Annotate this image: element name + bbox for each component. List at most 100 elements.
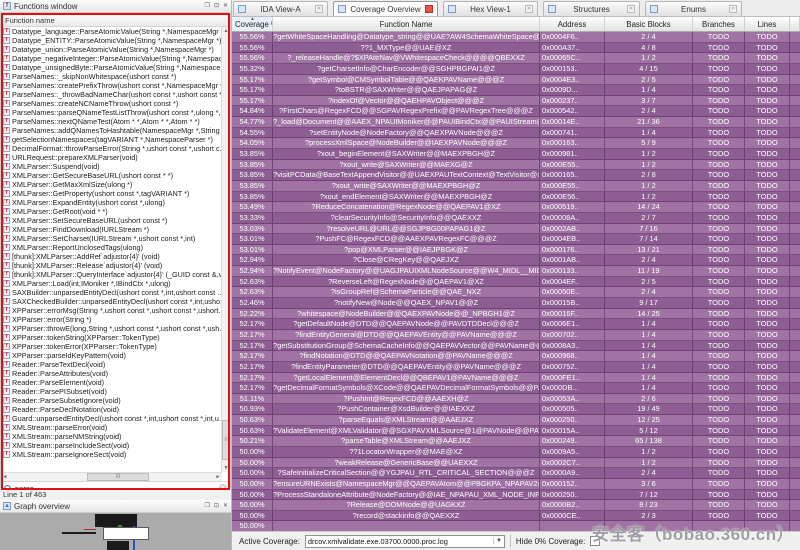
close-icon[interactable]: ✕ [223, 503, 228, 509]
list-item[interactable]: fReader::ParsePISubset(void) [1, 387, 222, 396]
list-item[interactable]: fgetSelectionNamespaces(tagVARIANT *,Nam… [1, 135, 222, 144]
list-item[interactable]: fXMLParser::GetRoot(void * *) [1, 207, 222, 216]
list-item[interactable]: fParseNames::_throwBadNameChar(ushort co… [1, 90, 222, 99]
column-header-branches[interactable]: Branches [693, 17, 745, 31]
table-row[interactable]: 50.00%??1LocatorWrapper@@MAE@XZ0x0009A5.… [232, 447, 800, 458]
table-row[interactable]: 50.63%?parseEquals@XMLStream@@AAEJXZ0x00… [232, 415, 800, 426]
table-row[interactable]: 52.17%?getLocalElement@ElementDecl@@QBEP… [232, 373, 800, 384]
list-item[interactable]: fXPParser::error(String *) [1, 315, 222, 324]
table-row[interactable]: 50.21%?parseTable@XMLStream@@AAEJXZ0x000… [232, 436, 800, 447]
table-row[interactable]: 55.56%??1_MXType@@UAE@XZ0x000A37..4 / 8T… [232, 43, 800, 54]
table-row[interactable]: 53.33%?clearSecurityInfo@SecurityInfo@@Q… [232, 213, 800, 224]
vertical-scroll-thumb[interactable]: ≡ [222, 420, 230, 460]
table-row[interactable]: 52.63%?ReverseLeft@RegexNode@@QAEPAV1@XZ… [232, 277, 800, 288]
list-item[interactable]: f[thunk]:XMLParser::Release`adjustor{4}'… [1, 261, 222, 270]
list-item[interactable]: fParseNames::createPrefixThrow(ushort co… [1, 81, 222, 90]
list-item[interactable]: fXMLParser::FindDownload(IURLStream *) [1, 225, 222, 234]
list-item[interactable]: fXPParser::errorMsg(String *,ushort cons… [1, 306, 222, 315]
list-item[interactable]: fReader::ParseDeclNotation(void) [1, 405, 222, 414]
list-item[interactable]: fXPParser::parseIdKeyPattern(void) [1, 351, 222, 360]
table-row[interactable]: 51.11%?PushInt@RegexFCD@@AAEXH@Z0x00053A… [232, 394, 800, 405]
table-row[interactable]: 54.84%?FirstChars@RegexFCD@@SGPAVRegexPr… [232, 106, 800, 117]
list-item[interactable]: fXMLParser::Load(int,IMoniker *,IBindCtx… [1, 279, 222, 288]
table-row[interactable]: 53.01%?PushFC@RegexFCD@@AAEXPAVRegexFC@@… [232, 234, 800, 245]
table-row[interactable]: 50.93%?PushContainer@XsdBuilder@@IAEXXZ0… [232, 404, 800, 415]
list-item[interactable]: fXMLParser::ExpandEntity(ushort const *,… [1, 198, 222, 207]
scroll-down-icon[interactable]: ▼ [222, 464, 230, 472]
column-header-coverage-[interactable]: Coverage %▲ [232, 17, 273, 31]
vertical-scrollbar[interactable]: ▲ ≡ ▼ [221, 27, 230, 472]
list-item[interactable]: fReader::ParseElement(void) [1, 378, 222, 387]
horizontal-scrollbar[interactable]: ◄ III ► [1, 472, 222, 481]
list-item[interactable]: fXMLStream::parseIgnoreSect(void) [1, 450, 222, 459]
column-header-lines[interactable]: Lines [745, 17, 790, 31]
table-row[interactable]: 52.17%?findNotation@DTD@@QAEPAVNotation@… [232, 351, 800, 362]
horizontal-scroll-thumb[interactable]: III [87, 473, 149, 481]
tab-structures[interactable]: Structures✕ [543, 1, 640, 16]
table-row[interactable]: 50.00%?ProcessStandaloneAttribute@NodeFa… [232, 490, 800, 501]
table-row[interactable]: 52.17%?getDefaultNode@DTD@@QAEPAVNode@@P… [232, 319, 800, 330]
table-row[interactable]: 50.63%?ValidateElement@XMLValidator@@SGX… [232, 426, 800, 437]
table-row[interactable]: 50.00%?record@stackinfo@@QAEXXZ0x0000CE.… [232, 511, 800, 522]
list-item[interactable]: fGuard::unparsedEntityDecl(ushort const … [1, 414, 222, 423]
table-row[interactable]: 50.00%?ensureURNExists@NamespaceMgr@@QAE… [232, 479, 800, 490]
list-item[interactable]: fDatatype_unsignedByte::ParseAtomicValue… [1, 63, 222, 72]
table-row[interactable]: 54.77%?_load@Document@@AAEX_NPAUIMoniker… [232, 117, 800, 128]
table-row[interactable]: 52.94%?Close@CRegKey@@QAEJXZ0x0001AB..2 … [232, 255, 800, 266]
list-item[interactable]: fDecimalFormat::throwParseError(String *… [1, 144, 222, 153]
list-item[interactable]: fSAXCheckedBuilder::unparsedEntityDecl(u… [1, 297, 222, 306]
list-item[interactable]: fReader::ParseTextDecl(void) [1, 360, 222, 369]
list-item[interactable]: fXMLStream::parseIncludeSect(void) [1, 441, 222, 450]
table-row[interactable]: 54.05%?processXmlSpace@NodeBuilder@@IAEX… [232, 138, 800, 149]
tab-hex-view-1[interactable]: Hex View-1✕ [443, 1, 538, 16]
restore-icon[interactable]: ❐ [205, 3, 210, 9]
list-item[interactable]: fParseNames::_skipNonWhitespace(ushort c… [1, 72, 222, 81]
graph-overview-titlebar[interactable]: ▲ Graph overview ❐ ⊡ ✕ [0, 500, 231, 513]
list-item[interactable]: fXMLParser::GetSecureBaseURL(ushort cons… [1, 171, 222, 180]
list-item[interactable]: fDatatype_negativeInteger::ParseAtomicVa… [1, 54, 222, 63]
functions-window-titlebar[interactable]: f Functions window ❐ ⊡ ✕ [0, 0, 231, 13]
table-row[interactable]: 53.85%?visitPCData@BaseTextAppendVisitor… [232, 170, 800, 181]
table-row[interactable]: 53.49%?ReduceConcatenation@RegexNode@@QA… [232, 202, 800, 213]
graph-overview-content[interactable] [0, 513, 231, 550]
table-row[interactable]: 53.85%?xout_beginElement@SAXWriter@@MAEX… [232, 149, 800, 160]
table-row[interactable]: 52.17%?getDecimalFormatSymbols@XCode@@QA… [232, 383, 800, 394]
list-item[interactable]: fParseNames::nextQNameTest(Atom * *,Atom… [1, 117, 222, 126]
tab-close-icon[interactable]: ✕ [729, 5, 737, 13]
table-row[interactable]: 52.22%?whitespace@NodeBuilder@@QAEXPAVNo… [232, 309, 800, 320]
list-item[interactable]: fXMLParser::GetMaxXmlSize(ulong *) [1, 180, 222, 189]
table-row[interactable]: 54.55%?setEntityNode@NodeFactory@@QAEXPA… [232, 128, 800, 139]
table-row[interactable]: 52.63%?isGroupRef@SchemaParticle@@QAE_NX… [232, 287, 800, 298]
list-item[interactable]: fParseNames::createNCNameThrow(ushort co… [1, 99, 222, 108]
column-header-function-name[interactable]: Function Name [273, 17, 540, 31]
column-header-basic-blocks[interactable]: Basic Blocks [605, 17, 693, 31]
list-item[interactable]: fDatatype_union::ParseAtomicValue(String… [1, 45, 222, 54]
column-header-address[interactable]: Address [540, 17, 605, 31]
table-row[interactable]: 55.56%?getWhiteSpaceHandling@Datatype_st… [232, 32, 800, 43]
table-row[interactable]: 52.17%?getSubstitutionGroup@SchemaCacheI… [232, 341, 800, 352]
restore-icon[interactable]: ❐ [205, 503, 210, 509]
tab-close-icon[interactable]: ✕ [627, 5, 635, 13]
scroll-right-icon[interactable]: ► [214, 473, 222, 481]
tab-close-icon[interactable] [425, 5, 433, 13]
list-item[interactable]: fXMLParser::ReportUnclosedTags(ulong) [1, 243, 222, 252]
list-item[interactable]: f[thunk]:XMLParser::AddRef`adjustor{4}' … [1, 252, 222, 261]
table-row[interactable]: 53.03%?resolveURL@URL@@SGJPBG00PAPAG1@Z0… [232, 224, 800, 235]
graph-viewport-rect[interactable] [103, 527, 149, 540]
float-icon[interactable]: ⊡ [214, 503, 219, 509]
table-row[interactable]: 52.94%?NotifyEvent@NodeFactory@@UAGJPAUI… [232, 266, 800, 277]
table-row[interactable]: 50.00%?weakRelease@GenericBase@@UAEXXZ0x… [232, 458, 800, 469]
list-item[interactable]: fParseNames::parseQNameTestListThrow(ush… [1, 108, 222, 117]
list-item[interactable]: fXMLStream::parseError(void) [1, 423, 222, 432]
list-item[interactable]: fXMLStream::parseNMString(void) [1, 432, 222, 441]
table-row[interactable]: 53.85%?xout_write@SAXWriter@@MAEXPBGH@Z0… [232, 181, 800, 192]
table-row[interactable]: 53.01%?pop@XMLParser@@IAEJPBGK@Z0x000176… [232, 245, 800, 256]
close-icon[interactable]: ✕ [223, 3, 228, 9]
function-name-column-header[interactable]: Function name [1, 14, 230, 27]
table-row[interactable]: 52.17%?findEntityGeneral@DTD@@QAEPAVEnti… [232, 330, 800, 341]
list-item[interactable]: fReader::ParseSubsetIgnore(void) [1, 396, 222, 405]
table-row[interactable]: 55.32%?getCharsetInfo@CharEncoder@@SGHPB… [232, 64, 800, 75]
list-item[interactable]: fXPParser::tokenError(XPParser::TokenTyp… [1, 342, 222, 351]
table-row[interactable]: 55.56%?_releaseHandle@?$XPAttrNav@VWhite… [232, 53, 800, 64]
tab-coverage-overview[interactable]: Coverage Overview [333, 1, 438, 16]
